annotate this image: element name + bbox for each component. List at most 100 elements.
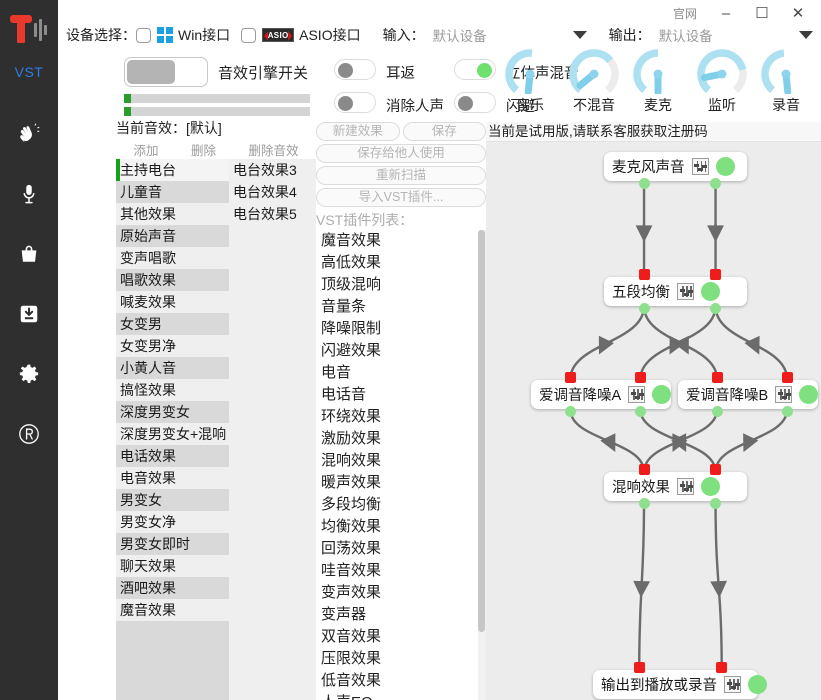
- vst-plugin-item[interactable]: 变声器: [316, 604, 485, 626]
- toggle-monitor[interactable]: [334, 59, 376, 80]
- node-output-port[interactable]: [710, 178, 722, 189]
- preset-item[interactable]: 深度男变女+混响: [116, 423, 229, 445]
- vst-plugin-item[interactable]: 顶级混响: [316, 274, 485, 296]
- add-preset-button[interactable]: 添加: [116, 140, 176, 159]
- registered-icon[interactable]: [0, 404, 58, 464]
- download-icon[interactable]: [0, 284, 58, 344]
- new-effect-button[interactable]: 新建效果: [316, 122, 400, 141]
- toggle-remove-vocal[interactable]: [334, 92, 376, 113]
- rescan-button[interactable]: 重新扫描: [316, 166, 486, 185]
- vst-plugin-item[interactable]: 电音: [316, 362, 485, 384]
- output-device-value[interactable]: 默认设备: [659, 25, 713, 45]
- vst-plugin-item[interactable]: 双音效果: [316, 626, 485, 648]
- clapping-hands-icon[interactable]: [0, 104, 58, 164]
- preset-list-left[interactable]: 主持电台 儿童音 其他效果 原始声音 变声唱歌 唱歌效果 喊麦效果 女变男 女变男净 小黄人音 搞怪…: [116, 159, 229, 700]
- node-input-port[interactable]: [716, 662, 728, 673]
- vst-plugin-item[interactable]: 降噪限制: [316, 318, 485, 340]
- preset-item[interactable]: 男变女净: [116, 511, 229, 533]
- vst-plugin-item[interactable]: 低音效果: [316, 670, 485, 692]
- node-settings-icon[interactable]: [775, 386, 793, 403]
- preset-item[interactable]: 男变女即时: [116, 533, 229, 555]
- graph-node-out[interactable]: 输出到播放或录音: [593, 670, 767, 699]
- node-power-led[interactable]: [748, 675, 767, 694]
- preset-item[interactable]: 唱歌效果: [116, 269, 229, 291]
- effect-chain-canvas[interactable]: 麦克风声音 五段均衡 爱调音降噪A 爱调音降噪B 混响效果 输出到播放或录音: [486, 142, 821, 700]
- preset-effect-item[interactable]: 电台效果4: [229, 181, 316, 203]
- node-output-port[interactable]: [638, 498, 650, 509]
- node-input-port[interactable]: [710, 464, 722, 475]
- toggle-ducking[interactable]: [454, 92, 496, 113]
- preset-item[interactable]: 魔音效果: [116, 599, 229, 621]
- preset-effect-item[interactable]: 电台效果5: [229, 203, 316, 225]
- node-settings-icon[interactable]: [677, 478, 694, 495]
- node-input-port[interactable]: [638, 269, 650, 280]
- shopping-bag-icon[interactable]: [0, 224, 58, 284]
- vst-plugin-list[interactable]: 魔音效果 高低效果 顶级混响 音量条 降噪限制 闪避效果 电音 电话音 环绕效果 激励效果 混响效果…: [316, 230, 486, 700]
- preset-item[interactable]: 女变男净: [116, 335, 229, 357]
- preset-item[interactable]: 主持电台: [116, 159, 229, 181]
- official-site-link[interactable]: 官网: [673, 5, 697, 22]
- node-output-port[interactable]: [638, 178, 650, 189]
- preset-list-right[interactable]: 电台效果3 电台效果4 电台效果5: [229, 159, 316, 700]
- node-input-port[interactable]: [711, 372, 723, 383]
- node-output-port[interactable]: [710, 498, 722, 509]
- win-interface-checkbox[interactable]: [136, 27, 151, 43]
- graph-node-eq5[interactable]: 五段均衡: [604, 277, 747, 306]
- save-for-others-button[interactable]: 保存给他人使用: [316, 144, 486, 163]
- knob-dial-0[interactable]: [504, 48, 556, 94]
- preset-item[interactable]: 女变男: [116, 313, 229, 335]
- vst-plugin-item[interactable]: 激励效果: [316, 428, 485, 450]
- audio-engine-switch[interactable]: [124, 57, 208, 87]
- gear-icon[interactable]: [0, 344, 58, 404]
- node-output-port[interactable]: [564, 406, 576, 417]
- preset-item[interactable]: 电话效果: [116, 445, 229, 467]
- vst-plugin-item[interactable]: 魔音效果: [316, 230, 485, 252]
- node-input-port[interactable]: [564, 372, 576, 383]
- node-power-led[interactable]: [715, 157, 735, 176]
- node-power-led[interactable]: [799, 385, 819, 404]
- graph-node-mic[interactable]: 麦克风声音: [604, 152, 747, 181]
- node-input-port[interactable]: [710, 269, 722, 280]
- node-settings-icon[interactable]: [677, 283, 694, 300]
- vst-plugin-item[interactable]: 电话音: [316, 384, 485, 406]
- node-output-port[interactable]: [711, 406, 723, 417]
- node-settings-icon[interactable]: [691, 158, 709, 175]
- node-input-port[interactable]: [634, 372, 646, 383]
- vst-plugin-item[interactable]: 暖声效果: [316, 472, 485, 494]
- preset-item[interactable]: 原始声音: [116, 225, 229, 247]
- input-device-value[interactable]: 默认设备: [433, 25, 487, 45]
- preset-item[interactable]: 电音效果: [116, 467, 229, 489]
- node-output-port[interactable]: [634, 406, 646, 417]
- vst-plugin-item[interactable]: 闪避效果: [316, 340, 485, 362]
- asio-interface-checkbox[interactable]: [241, 27, 257, 43]
- microphone-icon[interactable]: [0, 164, 58, 224]
- input-device-dropdown-icon[interactable]: [572, 31, 587, 39]
- vst-plugin-item[interactable]: 人声EQ: [316, 692, 485, 700]
- vst-plugin-item[interactable]: 哇音效果: [316, 560, 485, 582]
- toggle-stereo-mix[interactable]: [454, 59, 496, 80]
- save-button[interactable]: 保存: [402, 122, 486, 141]
- preset-item[interactable]: 儿童音: [116, 181, 229, 203]
- vst-plugin-item[interactable]: 环绕效果: [316, 406, 485, 428]
- node-output-port[interactable]: [781, 406, 793, 417]
- vst-plugin-item[interactable]: 音量条: [316, 296, 485, 318]
- knob-dial-3[interactable]: [696, 48, 748, 94]
- import-vst-button[interactable]: 导入VST插件...: [316, 188, 486, 207]
- node-settings-icon[interactable]: [724, 676, 741, 693]
- preset-item[interactable]: 其他效果: [116, 203, 229, 225]
- preset-item[interactable]: 小黄人音: [116, 357, 229, 379]
- vst-plugin-item[interactable]: 回荡效果: [316, 538, 485, 560]
- vst-plugin-item[interactable]: 均衡效果: [316, 516, 485, 538]
- preset-item[interactable]: 酒吧效果: [116, 577, 229, 599]
- node-input-port[interactable]: [638, 464, 650, 475]
- preset-item[interactable]: 聊天效果: [116, 555, 229, 577]
- graph-node-nrA[interactable]: 爱调音降噪A: [531, 380, 672, 409]
- preset-item[interactable]: 变声唱歌: [116, 247, 229, 269]
- preset-item[interactable]: 男变女: [116, 489, 229, 511]
- knob-dial-1[interactable]: [568, 48, 620, 94]
- preset-item[interactable]: 搞怪效果: [116, 379, 229, 401]
- vst-plugin-item[interactable]: 压限效果: [316, 648, 485, 670]
- vst-plugin-item[interactable]: 混响效果: [316, 450, 485, 472]
- node-power-led[interactable]: [701, 477, 720, 496]
- knob-dial-2[interactable]: [632, 48, 684, 94]
